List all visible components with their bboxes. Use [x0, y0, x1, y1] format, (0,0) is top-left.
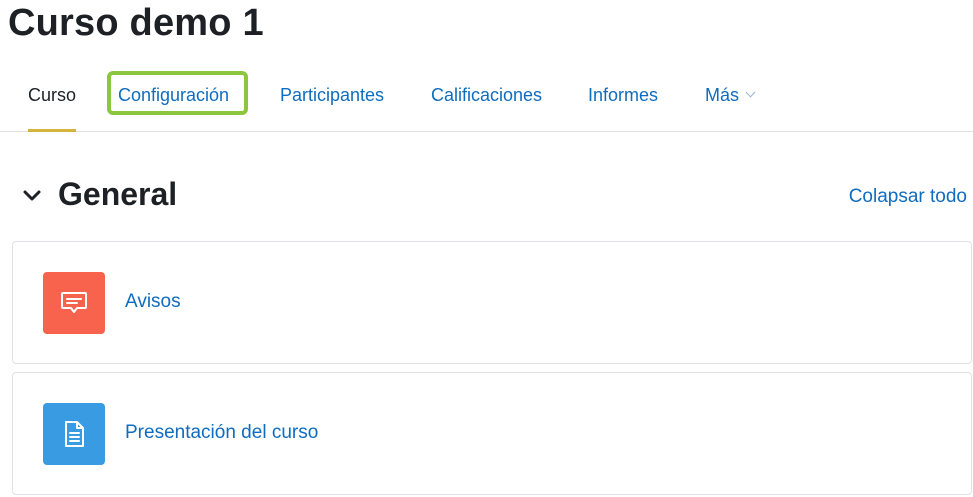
collapse-all-link[interactable]: Colapsar todo: [849, 186, 967, 208]
tab-participantes[interactable]: Participantes: [280, 62, 384, 131]
activity-card: Presentación del curso: [12, 372, 972, 495]
tab-mas[interactable]: Más: [705, 62, 756, 131]
tab-curso[interactable]: Curso: [28, 62, 77, 132]
page-title: Curso demo 1: [8, 2, 264, 44]
tab-label: Participantes: [280, 85, 385, 105]
activity-link-presentacion[interactable]: Presentación del curso: [125, 422, 318, 444]
tab-configuracion[interactable]: Configuración: [118, 62, 229, 131]
tab-calificaciones[interactable]: Calificaciones: [431, 62, 542, 131]
chevron-down-icon: [745, 87, 756, 98]
tab-label: Calificaciones: [431, 85, 543, 105]
forum-icon[interactable]: [43, 272, 105, 334]
tab-label: Configuración: [118, 85, 230, 105]
activity-link-avisos[interactable]: Avisos: [125, 291, 181, 313]
tab-informes[interactable]: Informes: [588, 62, 658, 131]
tab-label: Curso: [28, 85, 77, 105]
section-title: General: [58, 176, 178, 212]
course-nav: Curso Configuración Participantes Califi…: [0, 62, 973, 132]
file-icon[interactable]: [43, 403, 105, 465]
section-collapse-toggle[interactable]: [22, 186, 42, 206]
tab-label: Informes: [588, 85, 659, 105]
tab-label: Más: [705, 85, 740, 105]
activity-card: Avisos: [12, 241, 972, 364]
chevron-down-icon: [23, 190, 41, 201]
